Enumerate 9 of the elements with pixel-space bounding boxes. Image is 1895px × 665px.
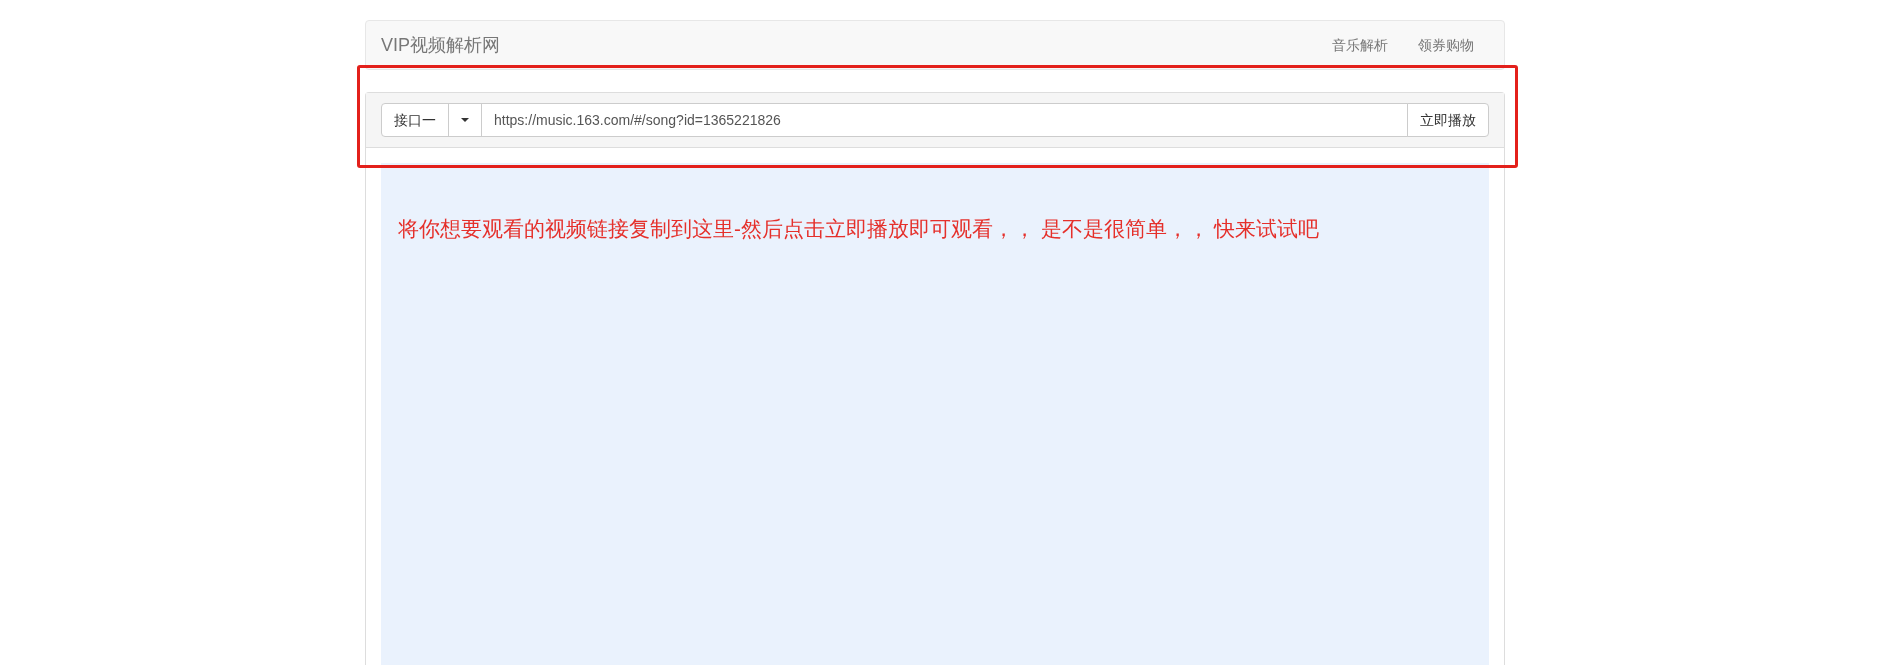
site-title[interactable]: VIP视频解析网: [366, 21, 515, 69]
source-select-button[interactable]: 接口一: [381, 103, 449, 137]
url-input-field[interactable]: https://music.163.com/#/song?id=1365221826: [481, 103, 1408, 137]
nav-link[interactable]: 音乐解析: [1317, 21, 1403, 69]
play-button[interactable]: 立即播放: [1407, 103, 1489, 137]
instruction-text: 将你想要观看的视频链接复制到这里-然后点击立即播放即可观看，， 是不是很简单，， 快来试试吧: [398, 216, 1321, 242]
dropdown-toggle-button[interactable]: [448, 103, 482, 137]
caret-icon: [461, 118, 469, 122]
nav-link[interactable]: 领券购物: [1403, 21, 1489, 69]
